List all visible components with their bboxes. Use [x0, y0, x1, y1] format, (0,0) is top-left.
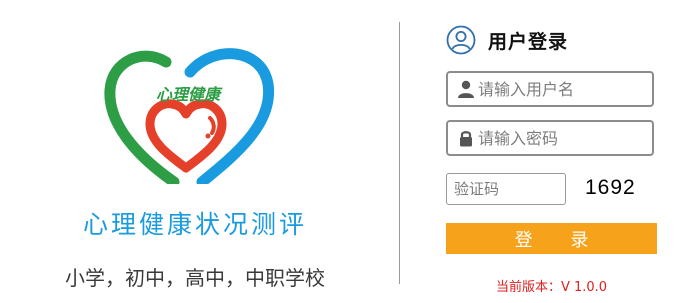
- captcha-code[interactable]: 1692: [585, 176, 636, 200]
- login-header: 用户登录: [446, 24, 568, 56]
- divider: [399, 22, 400, 284]
- brand-title: 心理健康状况测评: [82, 210, 307, 239]
- password-input[interactable]: [476, 128, 648, 148]
- password-field[interactable]: [446, 120, 654, 156]
- lock-icon: [460, 131, 472, 147]
- version-label: 当前版本：V 1.0.0: [495, 280, 608, 295]
- captcha-field[interactable]: [446, 173, 566, 205]
- logo-text: 心理健康: [156, 85, 223, 104]
- logo-red-heart: [145, 99, 227, 173]
- username-input[interactable]: [476, 79, 648, 99]
- username-field[interactable]: [446, 71, 654, 107]
- login-title: 用户登录: [488, 30, 569, 53]
- login-button[interactable]: 登 录: [446, 223, 657, 254]
- user-circle-icon: [446, 25, 476, 55]
- logo-blue-arc: [184, 48, 274, 184]
- user-icon: [458, 80, 474, 98]
- heart-logo: 心理健康: [104, 48, 274, 184]
- logo-green-arc: [104, 50, 180, 184]
- captcha-input[interactable]: [447, 179, 566, 199]
- brand-subtitle: 小学，初中，高中，中职学校: [65, 266, 325, 290]
